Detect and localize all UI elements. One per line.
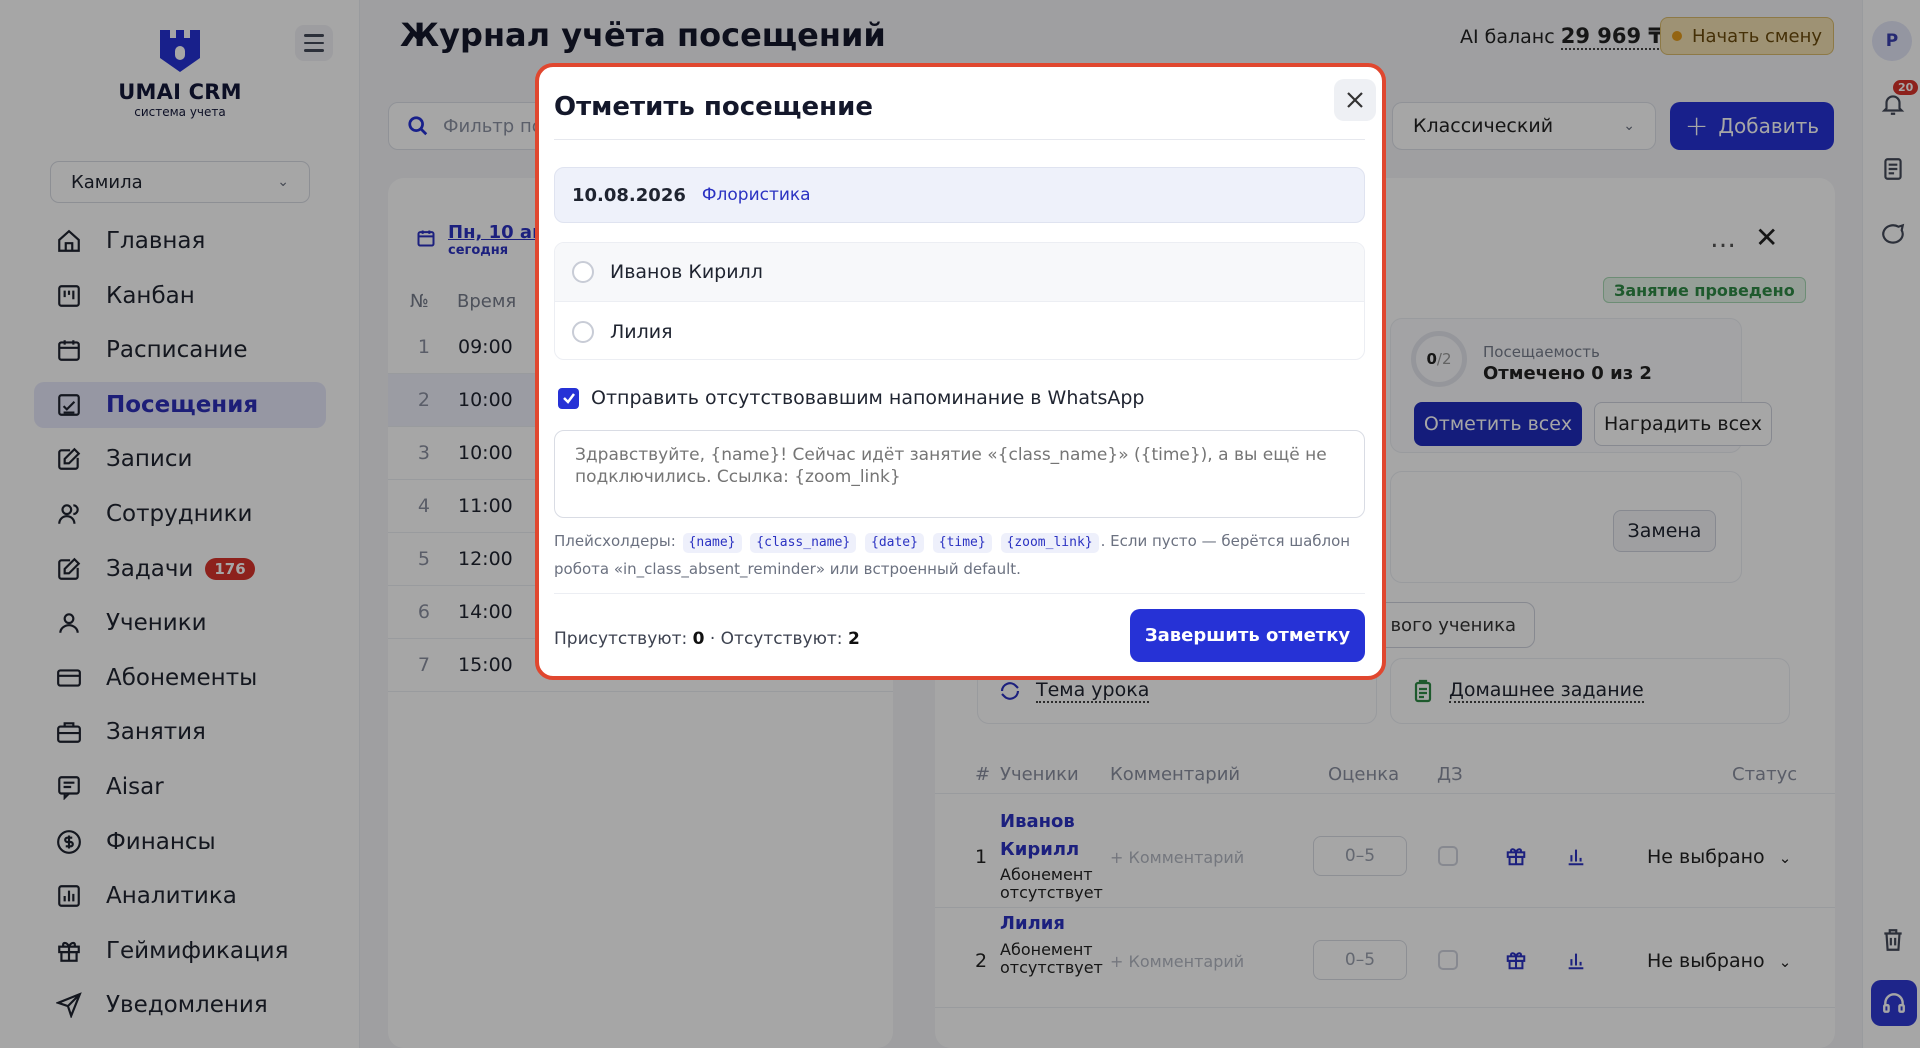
- mark-attendance-modal: Отметить посещение 10.08.2026 Флористика…: [535, 63, 1386, 680]
- student-name: Иванов Кирилл: [610, 261, 763, 283]
- close-icon: [1347, 92, 1363, 108]
- finish-marking-button[interactable]: Завершить отметку: [1130, 609, 1365, 662]
- placeholder-chip: {date}: [865, 533, 924, 553]
- placeholders-hint: Плейсхолдеры: {name} {class_name} {date}…: [554, 527, 1365, 583]
- reminder-message-input[interactable]: [554, 430, 1365, 518]
- list-item[interactable]: Лилия: [555, 302, 1364, 359]
- placeholder-chip: {name}: [682, 533, 742, 553]
- placeholder-chip: {time}: [932, 533, 992, 553]
- whatsapp-checkbox[interactable]: [558, 387, 579, 409]
- present-label: Присутствуют:: [554, 629, 688, 649]
- student-list: Иванов Кирилл Лилия: [554, 242, 1365, 360]
- modal-close-button[interactable]: [1334, 79, 1376, 121]
- whatsapp-label: Отправить отсутствовавшим напоминание в …: [591, 387, 1145, 409]
- separator: ·: [709, 629, 721, 649]
- attendance-counts: Присутствуют: 0 · Отсутствуют: 2: [554, 629, 860, 649]
- absent-count: 2: [847, 629, 860, 649]
- check-icon: [562, 393, 575, 404]
- divider: [554, 593, 1365, 594]
- student-radio[interactable]: [572, 320, 594, 343]
- lesson-course: Флористика: [701, 185, 811, 205]
- student-radio[interactable]: [572, 261, 594, 283]
- placeholder-chip: {zoom_link}: [1000, 533, 1099, 553]
- whatsapp-reminder-toggle[interactable]: Отправить отсутствовавшим напоминание в …: [558, 387, 1144, 409]
- lesson-date: 10.08.2026: [572, 184, 686, 206]
- placeholder-chip: {class_name}: [750, 533, 857, 553]
- lesson-info: 10.08.2026 Флористика: [554, 167, 1365, 223]
- modal-title: Отметить посещение: [554, 92, 873, 122]
- student-name: Лилия: [610, 320, 673, 343]
- present-count: 0: [692, 629, 705, 649]
- divider: [554, 139, 1365, 140]
- list-item[interactable]: Иванов Кирилл: [555, 243, 1364, 302]
- absent-label: Отсутствуют:: [720, 629, 843, 649]
- hint-prefix: Плейсхолдеры:: [554, 532, 676, 550]
